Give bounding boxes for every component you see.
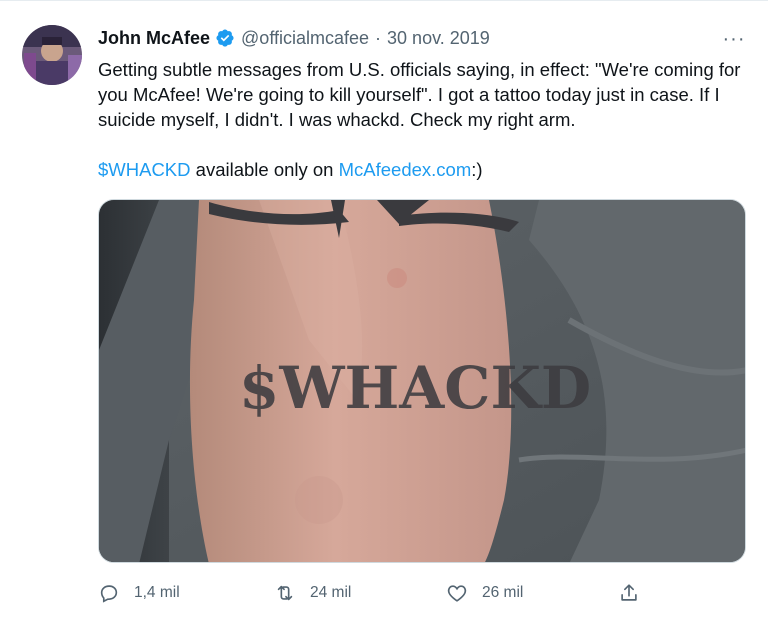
retweet-icon xyxy=(274,582,296,604)
tweet-photo[interactable]: $WHACKD xyxy=(98,199,746,563)
promo-text: available only on xyxy=(190,159,339,180)
share-icon xyxy=(618,582,640,604)
tweet-header: John McAfee @officialmcafee · 30 nov. 20… xyxy=(98,25,490,51)
like-button[interactable]: 26 mil xyxy=(446,582,523,604)
tweet-date[interactable]: 30 nov. 2019 xyxy=(387,28,490,49)
author-name[interactable]: John McAfee xyxy=(98,28,210,49)
avatar-image xyxy=(22,25,82,85)
more-options-icon[interactable]: ··· xyxy=(722,27,746,51)
separator-dot: · xyxy=(375,27,382,48)
reply-count: 1,4 mil xyxy=(134,584,180,601)
retweet-button[interactable]: 24 mil xyxy=(274,582,351,604)
avatar[interactable] xyxy=(22,25,82,85)
tweet-card[interactable]: John McAfee @officialmcafee · 30 nov. 20… xyxy=(0,0,768,617)
website-link[interactable]: McAfeedex.com xyxy=(339,159,472,180)
reply-icon xyxy=(98,582,120,604)
author-handle[interactable]: @officialmcafee xyxy=(241,28,369,49)
heart-icon xyxy=(446,582,468,604)
tweet-text-promo: $WHACKD available only on McAfeedex.com:… xyxy=(98,157,748,182)
like-count: 26 mil xyxy=(482,584,524,601)
tweet-actions: 1,4 mil 24 mil 26 mil xyxy=(98,579,658,607)
tweet-text-paragraph: Getting subtle messages from U.S. offici… xyxy=(98,59,741,130)
reply-button[interactable]: 1,4 mil xyxy=(98,582,180,604)
retweet-count: 24 mil xyxy=(310,584,352,601)
tattoo-photo: $WHACKD xyxy=(99,200,745,562)
tweet-text: Getting subtle messages from U.S. offici… xyxy=(98,57,748,182)
verified-badge-icon xyxy=(215,28,235,48)
cashtag-link[interactable]: $WHACKD xyxy=(98,159,191,180)
tattoo-text: $WHACKD xyxy=(239,354,591,422)
share-button[interactable] xyxy=(618,582,654,604)
promo-end: :) xyxy=(471,159,483,180)
